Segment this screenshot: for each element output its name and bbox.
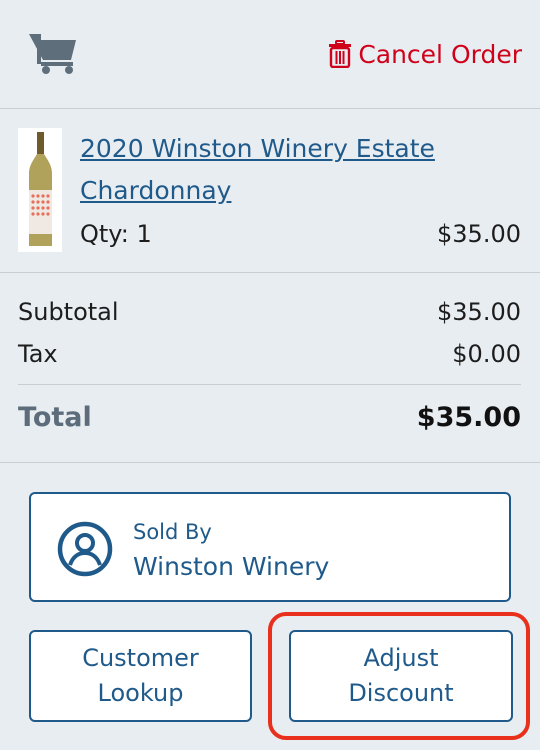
total-row: Total $35.00 xyxy=(18,396,521,440)
wine-bottle-image xyxy=(18,128,62,252)
tax-value: $0.00 xyxy=(452,340,521,368)
subtotal-row: Subtotal $35.00 xyxy=(18,292,521,332)
totals-divider xyxy=(18,384,521,385)
subtotal-value: $35.00 xyxy=(437,298,521,326)
item-quantity: Qty: 1 xyxy=(80,220,152,248)
adjust-discount-label: Adjust Discount xyxy=(348,644,454,707)
shopping-cart-icon[interactable] xyxy=(27,30,79,74)
cancel-order-button[interactable]: Cancel Order xyxy=(328,37,522,71)
sold-by-label: Sold By xyxy=(133,520,212,544)
customer-lookup-button[interactable]: Customer Lookup xyxy=(29,630,252,722)
user-circle-icon xyxy=(57,521,113,577)
subtotal-label: Subtotal xyxy=(18,298,119,326)
item-price: $35.00 xyxy=(437,220,521,248)
total-value: $35.00 xyxy=(416,402,521,433)
tax-label: Tax xyxy=(18,340,58,368)
order-totals: Subtotal $35.00 Tax $0.00 Total $35.00 xyxy=(0,272,540,463)
adjust-discount-button[interactable]: Adjust Discount xyxy=(289,630,513,722)
product-name-link[interactable]: 2020 Winston Winery Estate Chardonnay xyxy=(80,128,500,212)
cart-line-item: 2020 Winston Winery Estate Chardonnay Qt… xyxy=(0,108,540,273)
tax-row: Tax $0.00 xyxy=(18,334,521,374)
sold-by-value: Winston Winery xyxy=(133,552,330,581)
order-header: Cancel Order xyxy=(0,0,540,109)
trash-icon xyxy=(329,40,352,68)
cancel-order-label: Cancel Order xyxy=(358,39,522,69)
total-label: Total xyxy=(18,402,92,433)
customer-lookup-label: Customer Lookup xyxy=(82,644,199,707)
sold-by-button[interactable]: Sold By Winston Winery xyxy=(29,492,511,602)
